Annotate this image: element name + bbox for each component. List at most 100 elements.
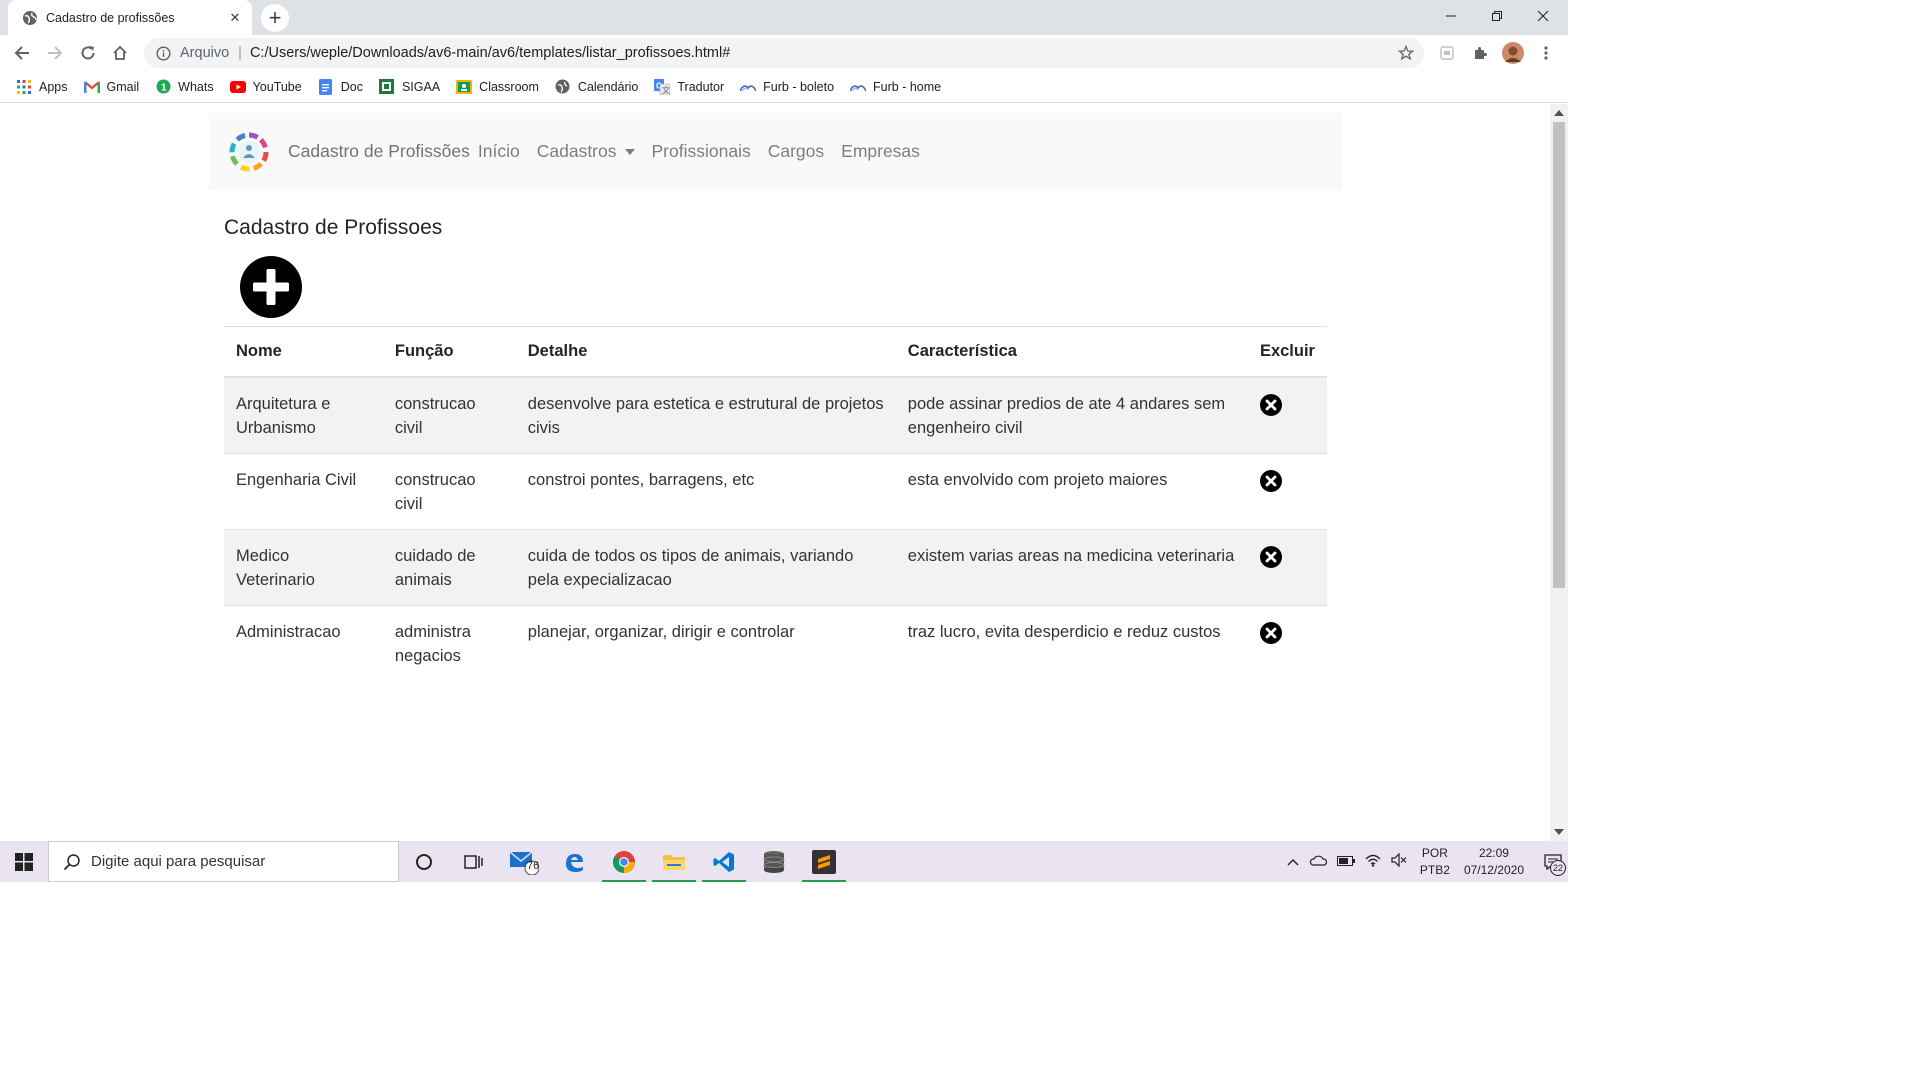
taskbar-mail[interactable]: 76 — [499, 841, 549, 882]
cell-caracteristica: pode assinar predios de ate 4 andares se… — [895, 376, 1248, 453]
cortana-button[interactable] — [399, 841, 449, 882]
scroll-down-arrow-icon[interactable] — [1554, 829, 1564, 835]
column-header-funcao: Função — [382, 326, 516, 378]
cell-funcao: cuidado de animais — [382, 528, 516, 605]
whatsapp-icon: 1 — [155, 79, 171, 95]
keyboard-language[interactable]: POR PTB2 — [1420, 845, 1450, 879]
navbar-brand[interactable]: Cadastro de Profissões — [288, 141, 470, 162]
action-center-button[interactable]: 22 — [1538, 841, 1568, 882]
classroom-icon — [456, 79, 473, 95]
docs-icon — [318, 78, 334, 95]
taskbar-file-explorer[interactable] — [649, 841, 699, 882]
home-icon — [113, 45, 127, 60]
extensions-menu-button[interactable] — [1466, 39, 1494, 67]
nav-link-profissionais[interactable]: Profissionais — [652, 141, 751, 162]
minimize-button[interactable] — [1428, 0, 1474, 32]
bookmark-tradutor[interactable]: G文 Tradutor — [654, 78, 725, 95]
start-button[interactable] — [0, 841, 48, 882]
bookmark-doc[interactable]: Doc — [318, 78, 363, 95]
profile-avatar[interactable] — [1499, 39, 1527, 67]
reload-button[interactable] — [74, 39, 102, 67]
cell-funcao: administra negacios — [382, 604, 516, 681]
forward-button[interactable] — [41, 39, 69, 67]
taskbar-search-box[interactable]: Digite aqui para pesquisar — [48, 841, 399, 882]
browser-chrome: Cadastro de profissões ✕ + Arquivo | C:/… — [0, 0, 1568, 104]
bookmark-youtube[interactable]: YouTube — [229, 79, 302, 95]
logo-icon[interactable] — [227, 130, 271, 174]
nav-dropdown-label: Cadastros — [536, 141, 617, 161]
arrow-left-icon — [14, 46, 29, 60]
close-tab-icon[interactable]: ✕ — [226, 9, 244, 27]
cell-caracteristica: traz lucro, evita desperdicio e reduz cu… — [895, 604, 1248, 681]
chevron-up-icon[interactable] — [1287, 854, 1299, 869]
bookmark-label: Calendário — [577, 79, 639, 94]
home-button[interactable] — [106, 39, 134, 67]
extension-box-icon — [1440, 46, 1454, 60]
wifi-icon[interactable] — [1365, 853, 1381, 870]
bookmark-whats[interactable]: 1 Whats — [155, 79, 214, 95]
new-tab-button[interactable]: + — [261, 4, 289, 32]
bookmark-label: Furb - home — [873, 79, 942, 94]
taskbar-sublime[interactable] — [799, 841, 849, 882]
volume-muted-icon[interactable] — [1391, 852, 1407, 870]
bookmark-label: Classroom — [479, 79, 539, 94]
star-icon[interactable] — [1398, 45, 1414, 61]
task-view-button[interactable] — [449, 841, 499, 882]
extension-button[interactable] — [1433, 39, 1461, 67]
taskbar-edge[interactable] — [549, 841, 599, 882]
nav-link-empresas[interactable]: Empresas — [841, 141, 920, 162]
translate-icon: G文 — [654, 78, 671, 95]
restore-button[interactable] — [1474, 0, 1520, 32]
cell-caracteristica: esta envolvido com projeto maiores — [895, 452, 1248, 529]
delete-circle-x-icon[interactable] — [1259, 545, 1282, 568]
cell-detalhe: cuida de todos os tipos de animais, vari… — [515, 528, 896, 605]
add-profession-button[interactable] — [240, 256, 302, 318]
cell-detalhe: planejar, organizar, dirigir e controlar — [515, 604, 896, 681]
bookmark-furb-home[interactable]: Furb - home — [850, 79, 941, 95]
page-viewport: Cadastro de Profissões Início Cadastros … — [0, 104, 1550, 841]
delete-circle-x-icon[interactable] — [1259, 621, 1282, 644]
address-bar[interactable]: Arquivo | C:/Users/weple/Downloads/av6-m… — [144, 38, 1424, 68]
omnibox-separator: | — [238, 45, 242, 61]
bookmark-furb-boleto[interactable]: Furb - boleto — [740, 79, 834, 95]
bookmark-gmail[interactable]: Gmail — [83, 79, 139, 95]
nav-dropdown-cadastros[interactable]: Cadastros — [537, 141, 635, 162]
cell-detalhe: desenvolve para estetica e estrutural de… — [515, 376, 896, 453]
taskbar-search-placeholder: Digite aqui para pesquisar — [91, 853, 266, 870]
nav-link-inicio[interactable]: Início — [478, 141, 520, 162]
taskbar-vscode[interactable] — [699, 841, 749, 882]
clock[interactable]: 22:09 07/12/2020 — [1464, 845, 1524, 879]
battery-icon[interactable] — [1336, 854, 1355, 869]
bookmark-calendario[interactable]: Calendário — [555, 79, 638, 95]
page-scrollbar[interactable] — [1550, 104, 1568, 841]
url-text[interactable]: C:/Users/weple/Downloads/av6-main/av6/te… — [250, 45, 730, 61]
info-icon[interactable] — [156, 45, 171, 61]
bookmark-sigaa[interactable]: SIGAA — [379, 79, 440, 95]
windows-logo-icon — [15, 852, 33, 871]
chrome-menu-button[interactable] — [1532, 39, 1560, 67]
bookmark-label: SIGAA — [401, 79, 441, 94]
delete-circle-x-icon[interactable] — [1259, 393, 1282, 416]
browser-toolbar: Arquivo | C:/Users/weple/Downloads/av6-m… — [0, 35, 1568, 71]
scrollbar-thumb[interactable] — [1553, 122, 1565, 588]
bookmark-label: Tradutor — [677, 79, 725, 94]
scroll-up-arrow-icon[interactable] — [1554, 110, 1564, 116]
search-icon — [63, 853, 80, 870]
tab-title: Cadastro de profissões — [46, 10, 175, 25]
navbar: Cadastro de Profissões Início Cadastros … — [209, 113, 1342, 190]
taskbar-database-app[interactable] — [749, 841, 799, 882]
back-button[interactable] — [8, 39, 36, 67]
bookmark-apps[interactable]: Apps — [16, 79, 68, 95]
cell-excluir — [1247, 528, 1327, 605]
column-header-detalhe: Detalhe — [515, 326, 896, 378]
onedrive-cloud-icon[interactable] — [1309, 854, 1328, 869]
bookmark-classroom[interactable]: Classroom — [456, 79, 539, 95]
cell-excluir — [1247, 604, 1327, 681]
browser-tab[interactable]: Cadastro de profissões ✕ — [8, 0, 252, 35]
nav-link-cargos[interactable]: Cargos — [768, 141, 824, 162]
puzzle-icon — [1475, 47, 1487, 59]
professions-table: Nome Função Detalhe Característica Exclu… — [224, 326, 1327, 681]
close-window-button[interactable] — [1520, 0, 1566, 32]
taskbar-chrome[interactable] — [599, 841, 649, 882]
delete-circle-x-icon[interactable] — [1259, 469, 1282, 492]
